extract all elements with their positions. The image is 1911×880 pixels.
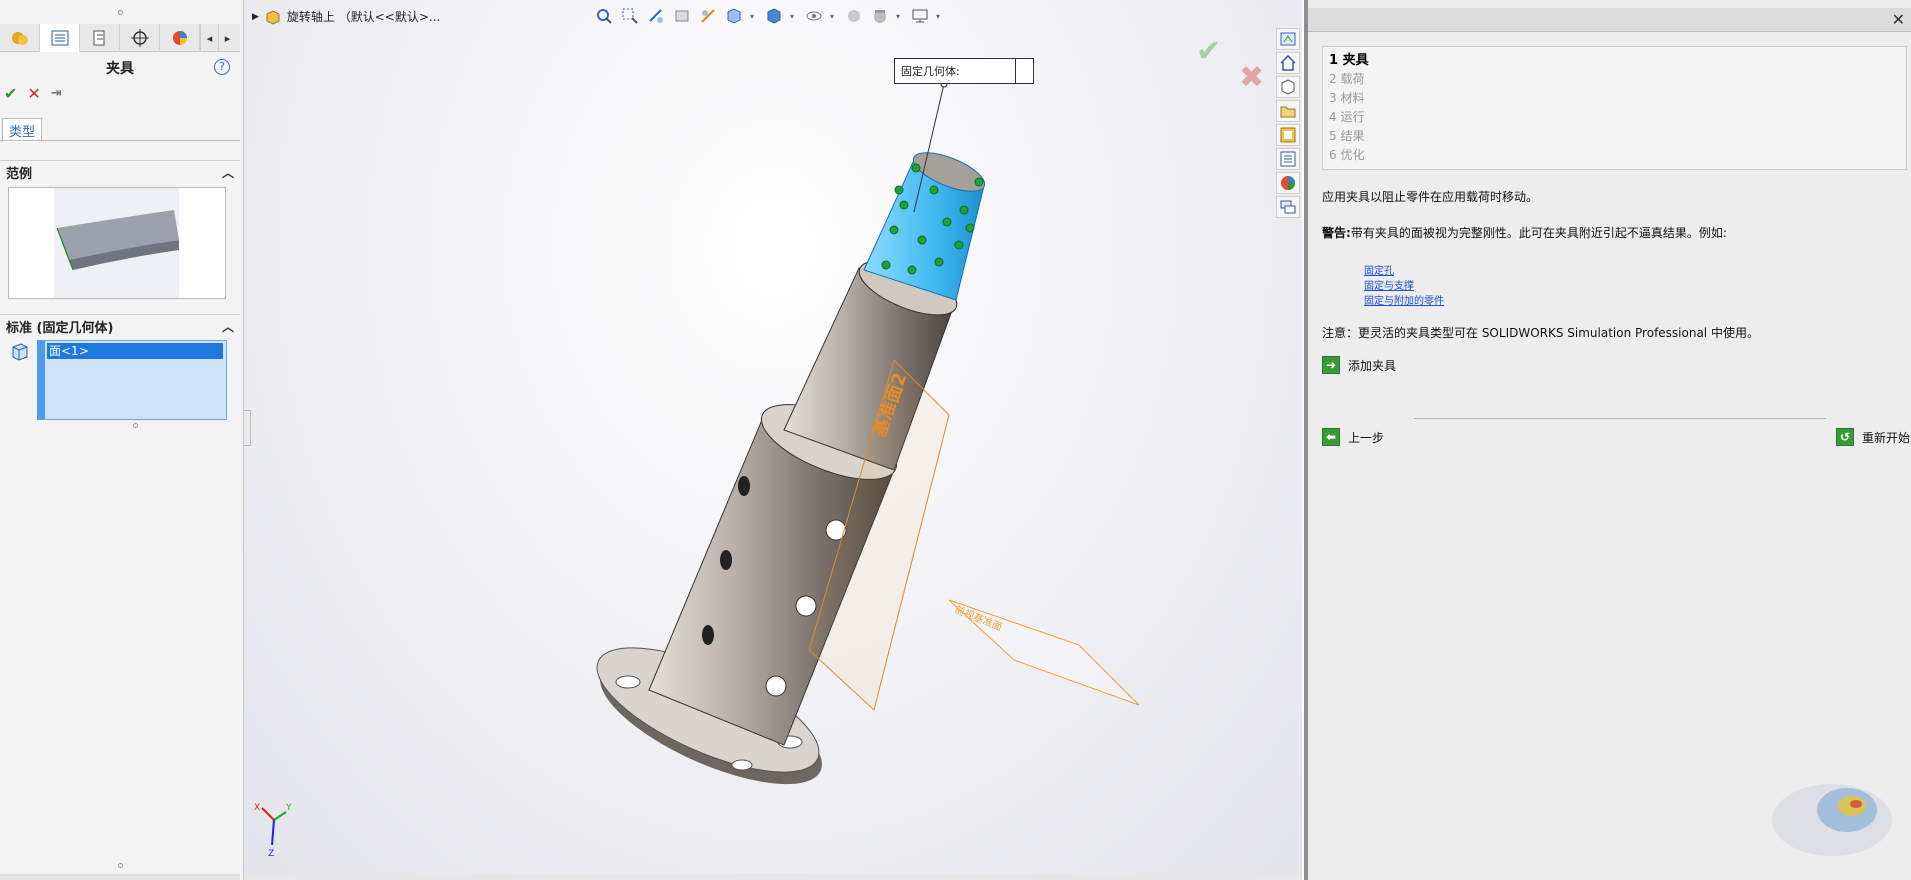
arrow-right-icon: ➜ [1322, 356, 1340, 374]
arrow-left-icon: ⬅ [1322, 428, 1340, 446]
simulation-advisor-icon[interactable] [1276, 28, 1300, 50]
step-run[interactable]: 4 运行 [1329, 108, 1900, 127]
manager-tabs: ◂ ▸ [0, 24, 240, 52]
workflow-steps: 1 夹具 2 载荷 3 材料 4 运行 5 结果 6 优化 [1322, 46, 1907, 170]
view-palette-icon[interactable] [1276, 124, 1300, 146]
property-manager: ◂ ▸ 夹具 ? ✔ ✕ ⇥ 类型 范例 ︿ 标准 (固定几何体) ︿ 面<1> [0, 0, 244, 880]
intro-text: 应用夹具以阻止零件在应用载荷时移动。 [1322, 190, 1539, 204]
face-selection-icon [10, 342, 30, 365]
panel-grip-top[interactable] [0, 7, 240, 17]
restart-icon: ↺ [1836, 428, 1854, 446]
simulation-illustration [1772, 784, 1892, 856]
design-library-icon[interactable] [1276, 76, 1300, 98]
task-pane-tabs [1276, 28, 1300, 224]
link-fixed-hole[interactable]: 固定孔 [1364, 262, 1394, 277]
callout-box [1015, 59, 1033, 83]
ok-button[interactable]: ✔ [4, 84, 17, 103]
example-image [8, 187, 226, 299]
panel-splitter-handle[interactable] [244, 410, 251, 446]
pane-header: ✕ [1308, 8, 1911, 32]
add-fixture-label: 添加夹具 [1348, 358, 1397, 373]
home-icon[interactable] [1276, 52, 1300, 74]
note-text: 注意：更灵活的夹具类型可在 SOLIDWORKS Simulation Prof… [1322, 326, 1759, 340]
bottom-tab-strip [0, 874, 240, 880]
tabs-scroll-right[interactable]: ▸ [218, 24, 236, 52]
divider [0, 140, 240, 141]
restart-button[interactable]: ↺ 重新开始 [1836, 428, 1910, 446]
tab-type[interactable]: 类型 [2, 118, 43, 142]
tab-display-manager[interactable] [160, 24, 200, 52]
appearances-icon[interactable] [1276, 172, 1300, 194]
section-standard-title: 标准 (固定几何体) [6, 321, 114, 336]
tab-dimxpert[interactable] [120, 24, 160, 52]
property-manager-icon [51, 30, 68, 46]
warning-text: 警告:带有夹具的面被视为完整刚性。此可在夹具附近引起不逼真结果。例如: [1322, 226, 1727, 240]
section-standard-header[interactable]: 标准 (固定几何体) ︿ [0, 314, 240, 338]
panel-title: 夹具 [106, 61, 134, 77]
svg-text:X: X [254, 803, 260, 813]
tab-feature-tree[interactable] [0, 24, 40, 52]
simulation-advisor-pane: ✕ 1 夹具 2 载荷 3 材料 4 运行 5 结果 6 优化 应用夹具以阻止零… [1304, 0, 1911, 880]
tab-property-manager[interactable] [40, 24, 80, 52]
step-optimize[interactable]: 6 优化 [1329, 146, 1900, 165]
list-resize-grip[interactable] [40, 420, 230, 430]
configuration-icon [93, 30, 104, 46]
file-explorer-icon[interactable] [1276, 100, 1300, 122]
crosshair-icon [130, 29, 149, 47]
previous-step-label: 上一步 [1348, 430, 1385, 445]
front-reference-plane[interactable]: 前视基准面 [948, 599, 1140, 706]
solidworks-window: ◂ ▸ 夹具 ? ✔ ✕ ⇥ 类型 范例 ︿ 标准 (固定几何体) ︿ 面<1>… [0, 0, 1911, 880]
feature-tree-icon [11, 32, 28, 45]
panel-grip-bottom[interactable] [0, 860, 240, 870]
close-icon[interactable]: ✕ [1892, 10, 1905, 29]
divider [1414, 418, 1826, 419]
link-fixed-support[interactable]: 固定与支撑 [1364, 277, 1414, 292]
tabs-scroll-left[interactable]: ◂ [200, 24, 218, 52]
collapse-chevron-icon[interactable]: ︿ [222, 164, 234, 181]
cancel-button[interactable]: ✕ [27, 84, 40, 103]
pin-button[interactable]: ⇥ [51, 86, 62, 101]
graphics-area[interactable]: ▶ 旋转轴上 （默认<<默认>... ▾ ▾ ▾ ▾ ▾ ✔ ✖ 基准面2 前视… [244, 0, 1302, 880]
model-view[interactable]: 基准面2 前视基准面 X Y Z [244, 0, 1302, 880]
previous-step-button[interactable]: ⬅ 上一步 [1322, 428, 1384, 446]
step-results[interactable]: 5 结果 [1329, 127, 1900, 146]
svg-text:Z: Z [268, 849, 274, 859]
appearance-icon [172, 31, 187, 45]
tab-configuration-manager[interactable] [80, 24, 120, 52]
forum-icon[interactable] [1276, 196, 1300, 218]
fixture-example-illustration [54, 188, 179, 298]
properties-icon[interactable] [1276, 148, 1300, 170]
add-fixture-button[interactable]: ➜ 添加夹具 [1322, 356, 1396, 374]
step-loads[interactable]: 2 载荷 [1329, 70, 1900, 89]
panel-actions: ✔ ✕ ⇥ [4, 84, 62, 103]
step-fixtures[interactable]: 1 夹具 [1329, 51, 1900, 70]
help-icon[interactable]: ? [214, 59, 230, 75]
callout-label: 固定几何体: [901, 65, 960, 78]
collapse-chevron-icon[interactable]: ︿ [222, 318, 234, 335]
section-example-header[interactable]: 范例 ︿ [0, 160, 240, 184]
section-example-title: 范例 [6, 167, 33, 182]
fixture-callout[interactable]: 固定几何体: [894, 58, 1034, 84]
selection-list[interactable]: 面<1> [37, 340, 227, 420]
selection-item[interactable]: 面<1> [47, 343, 223, 359]
restart-label: 重新开始 [1862, 430, 1911, 445]
link-fixed-attached-part[interactable]: 固定与附加的零件 [1364, 292, 1444, 307]
coordinate-triad: X Y Z [254, 803, 292, 859]
svg-text:Y: Y [285, 803, 292, 813]
viewport-bottom-edge [244, 874, 1302, 880]
step-materials[interactable]: 3 材料 [1329, 89, 1900, 108]
